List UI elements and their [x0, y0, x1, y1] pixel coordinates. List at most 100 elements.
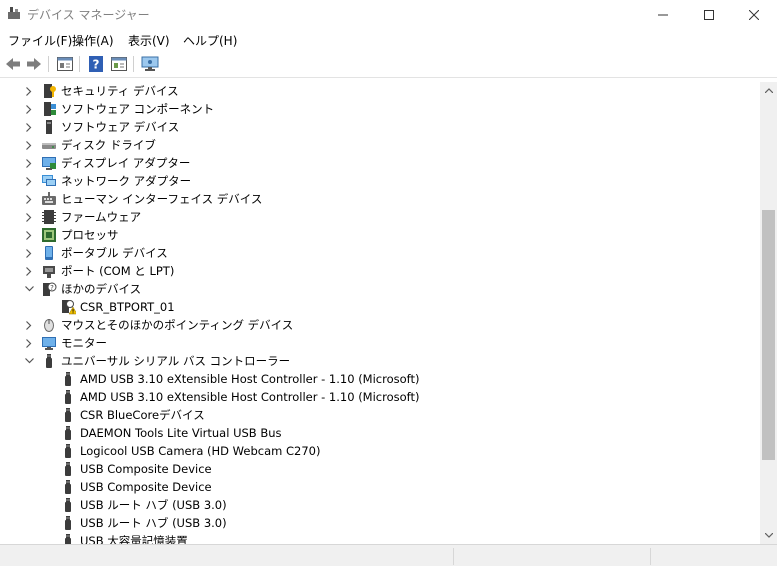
firmware-icon — [41, 209, 57, 225]
tree-item-label: AMD USB 3.10 eXtensible Host Controller … — [80, 372, 420, 386]
tree-category[interactable]: マウスとそのほかのポインティング デバイス — [0, 316, 760, 334]
tree-item-label: ユニバーサル シリアル バス コントローラー — [61, 354, 291, 368]
tree-item-label: ソフトウェア デバイス — [61, 120, 180, 134]
tree-item-label: ポータブル デバイス — [61, 246, 168, 260]
help-icon: ? — [89, 56, 103, 72]
tree-item-label: プロセッサ — [61, 228, 119, 242]
tree-category[interactable]: ファームウェア — [0, 208, 760, 226]
tree-device[interactable]: USB Composite Device — [0, 460, 760, 478]
tree-category[interactable]: ヒューマン インターフェイス デバイス — [0, 190, 760, 208]
tree-device[interactable]: USB 大容量記憶装置 — [0, 532, 760, 544]
back-button[interactable] — [3, 54, 23, 74]
expand-chevron-down-icon[interactable] — [22, 352, 36, 370]
tree-device[interactable]: USB ルート ハブ (USB 3.0) — [0, 514, 760, 532]
scroll-down-button[interactable] — [760, 527, 777, 544]
tree-category[interactable]: ポート (COM と LPT) — [0, 262, 760, 280]
disk-drive-icon — [41, 137, 57, 153]
window-title: デバイス マネージャー — [27, 8, 150, 22]
network-adapter-icon — [41, 173, 57, 189]
monitor-icon — [41, 335, 57, 351]
device-manager-icon — [8, 7, 20, 19]
expand-chevron-right-icon[interactable] — [22, 100, 36, 118]
expand-chevron-right-icon[interactable] — [22, 262, 36, 280]
tree-category[interactable]: セキュリティ デバイス — [0, 82, 760, 100]
tree-item-label: CSR BlueCoreデバイス — [80, 408, 205, 422]
expand-chevron-right-icon[interactable] — [22, 316, 36, 334]
expand-chevron-right-icon[interactable] — [22, 208, 36, 226]
usb-plug-icon — [60, 407, 76, 423]
scroll-up-button[interactable] — [760, 82, 777, 99]
tree-device[interactable]: AMD USB 3.10 eXtensible Host Controller … — [0, 370, 760, 388]
tree-device[interactable]: CSR_BTPORT_01 — [0, 298, 760, 316]
usb-plug-icon — [60, 461, 76, 477]
tree-category[interactable]: ? ほかのデバイス — [0, 280, 760, 298]
tree-category[interactable]: ディスプレイ アダプター — [0, 154, 760, 172]
tree-category[interactable]: モニター — [0, 334, 760, 352]
portable-device-icon — [41, 245, 57, 261]
usb-plug-icon — [60, 425, 76, 441]
status-pane-divider — [650, 548, 651, 565]
menu-action[interactable]: 操作(A) — [70, 32, 116, 49]
tree-category[interactable]: ソフトウェア デバイス — [0, 118, 760, 136]
usb-controller-icon — [41, 353, 57, 369]
expand-chevron-right-icon[interactable] — [22, 172, 36, 190]
title-bar: デバイス マネージャー — [0, 0, 777, 29]
expand-chevron-right-icon[interactable] — [22, 82, 36, 100]
menu-view[interactable]: 表示(V) — [126, 32, 172, 49]
device-tree[interactable]: セキュリティ デバイスソフトウェア コンポーネント ソフトウェア デバイス ディスク… — [0, 82, 760, 544]
toolbar: ? — [0, 50, 777, 78]
chevron-down-icon — [764, 533, 773, 538]
expand-chevron-right-icon[interactable] — [22, 154, 36, 172]
tree-category[interactable]: プロセッサ — [0, 226, 760, 244]
scan-hardware-button[interactable] — [140, 54, 160, 74]
tree-device[interactable]: CSR BlueCoreデバイス — [0, 406, 760, 424]
tree-item-label: CSR_BTPORT_01 — [80, 300, 175, 314]
tree-device[interactable]: AMD USB 3.10 eXtensible Host Controller … — [0, 388, 760, 406]
tree-category[interactable]: ソフトウェア コンポーネント — [0, 100, 760, 118]
usb-plug-icon — [60, 443, 76, 459]
scrollbar-thumb[interactable] — [762, 210, 775, 460]
minimize-icon — [658, 14, 668, 15]
port-icon — [41, 263, 57, 279]
tree-item-label: ポート (COM と LPT) — [61, 264, 175, 278]
toolbar-separator — [133, 56, 134, 72]
forward-arrow-icon — [27, 58, 41, 70]
hid-icon — [41, 191, 57, 207]
back-arrow-icon — [6, 58, 20, 70]
expand-chevron-right-icon[interactable] — [22, 226, 36, 244]
status-bar — [0, 544, 777, 566]
tree-item-label: USB Composite Device — [80, 480, 212, 494]
maximize-button[interactable] — [686, 0, 732, 29]
tree-category[interactable]: ディスク ドライブ — [0, 136, 760, 154]
tree-item-label: ソフトウェア コンポーネント — [61, 102, 215, 116]
tree-device[interactable]: USB ルート ハブ (USB 3.0) — [0, 496, 760, 514]
tree-device[interactable]: Logicool USB Camera (HD Webcam C270) — [0, 442, 760, 460]
expand-chevron-down-icon[interactable] — [22, 280, 36, 298]
expand-chevron-right-icon[interactable] — [22, 190, 36, 208]
vertical-scrollbar[interactable] — [760, 82, 777, 544]
tree-category[interactable]: ポータブル デバイス — [0, 244, 760, 262]
tree-item-label: ほかのデバイス — [61, 282, 142, 296]
expand-chevron-right-icon[interactable] — [22, 136, 36, 154]
tree-device[interactable]: DAEMON Tools Lite Virtual USB Bus — [0, 424, 760, 442]
tree-item-label: ディスク ドライブ — [61, 138, 156, 152]
tree-category[interactable]: ネットワーク アダプター — [0, 172, 760, 190]
other-device-icon: ? — [41, 281, 57, 297]
help-button[interactable]: ? — [86, 54, 106, 74]
expand-chevron-right-icon[interactable] — [22, 334, 36, 352]
expand-chevron-right-icon[interactable] — [22, 118, 36, 136]
tree-item-label: USB 大容量記憶装置 — [80, 534, 188, 544]
tree-device[interactable]: USB Composite Device — [0, 478, 760, 496]
tree-category[interactable]: ユニバーサル シリアル バス コントローラー — [0, 352, 760, 370]
properties-button[interactable] — [55, 54, 75, 74]
expand-chevron-right-icon[interactable] — [22, 244, 36, 262]
minimize-button[interactable] — [640, 0, 686, 29]
tree-item-label: USB ルート ハブ (USB 3.0) — [80, 516, 227, 530]
tree-item-label: マウスとそのほかのポインティング デバイス — [61, 318, 294, 332]
close-button[interactable] — [731, 0, 777, 29]
menu-file[interactable]: ファイル(F) — [6, 32, 74, 49]
view-button[interactable] — [109, 54, 129, 74]
forward-button[interactable] — [24, 54, 44, 74]
menu-help[interactable]: ヘルプ(H) — [181, 32, 239, 49]
tree-item-label: モニター — [61, 336, 107, 350]
